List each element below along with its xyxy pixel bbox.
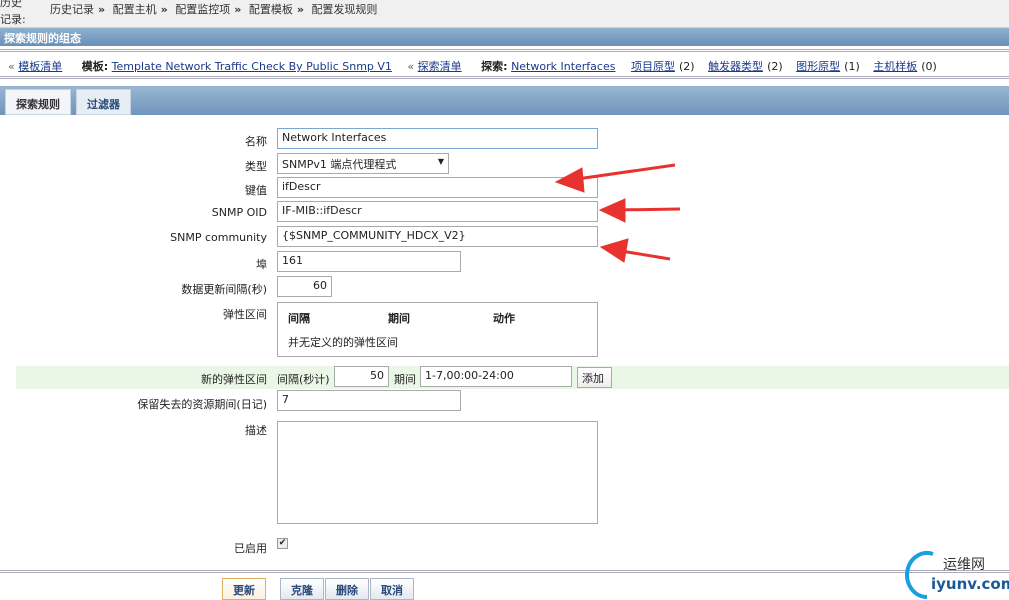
arrow-key-head (554, 167, 585, 193)
logo-arc-icon (905, 551, 934, 599)
annotation-arrows (554, 163, 681, 263)
arrow-community-head (599, 238, 629, 263)
arrow-key (569, 163, 676, 182)
arrow-oid-head (598, 198, 626, 223)
watermark-logo: 运维网 iyunv.com (905, 550, 1009, 599)
